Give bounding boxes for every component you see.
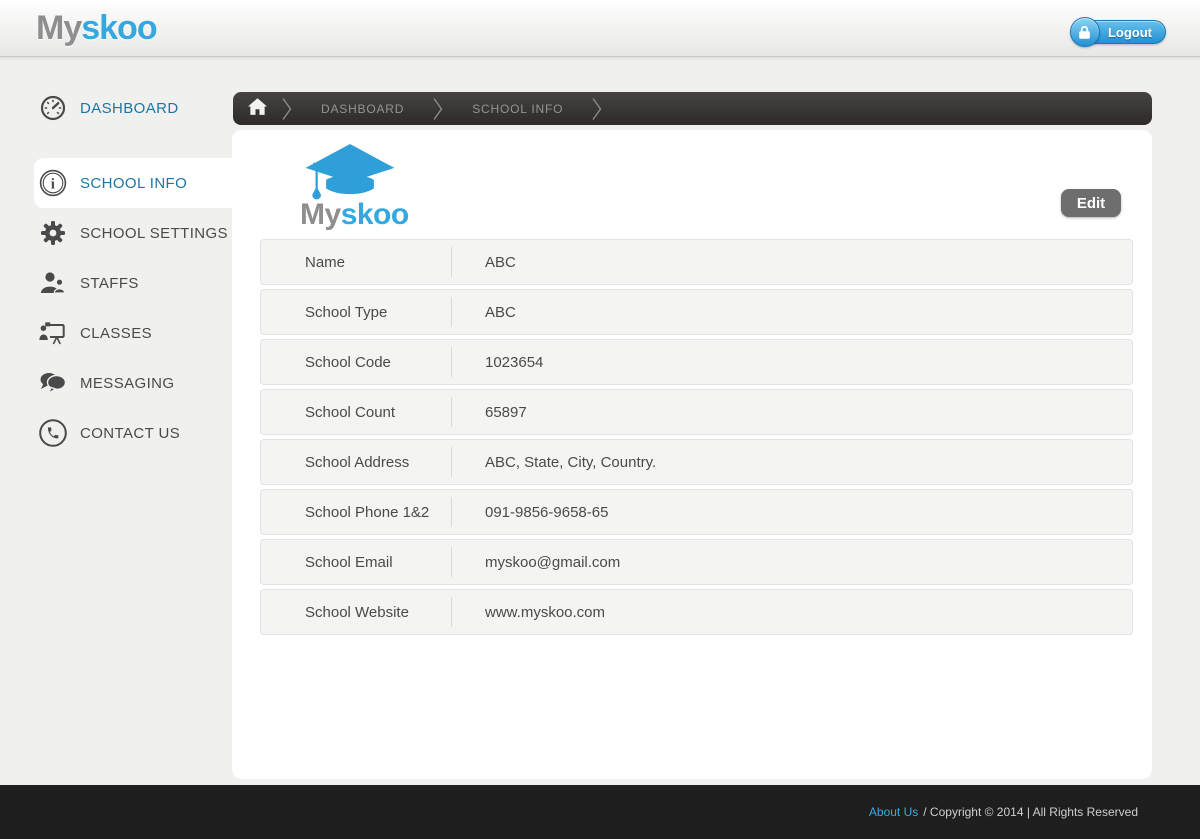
row-value: 091-9856-9658-65 — [485, 503, 609, 521]
table-row-school-email: School Email myskoo@gmail.com — [260, 539, 1133, 585]
speedometer-icon — [38, 95, 68, 121]
table-row-name: Name ABC — [260, 239, 1133, 285]
sidebar-item-label: SCHOOL INFO — [80, 174, 188, 192]
table-row-school-address: School Address ABC, State, City, Country… — [260, 439, 1133, 485]
content-panel: Myskoo Edit Name ABC School Type ABC Sch… — [232, 130, 1152, 779]
row-value: 1023654 — [485, 353, 544, 371]
sidebar-item-label: STAFFS — [80, 274, 139, 292]
sidebar-item-staffs[interactable]: STAFFS — [0, 258, 232, 308]
row-value: myskoo@gmail.com — [485, 553, 621, 571]
sidebar-item-label: DASHBOARD — [80, 99, 179, 117]
logout-label: Logout — [1107, 24, 1152, 40]
people-icon — [38, 271, 68, 295]
row-value: 65897 — [485, 403, 527, 421]
school-logo: Myskoo — [300, 198, 409, 232]
gear-icon — [38, 219, 68, 247]
sidebar-item-messaging[interactable]: MESSAGING — [0, 358, 232, 408]
app-logo-part1: My — [36, 9, 82, 47]
sidebar-item-school-settings[interactable]: SCHOOL SETTINGS — [0, 208, 232, 258]
row-value: www.myskoo.com — [485, 603, 606, 621]
row-label: School Phone 1&2 — [305, 503, 430, 521]
sidebar-item-label: CLASSES — [80, 324, 152, 342]
logout-button[interactable]: Logout — [1069, 17, 1166, 47]
row-label: School Type — [305, 303, 388, 321]
footer: About Us / Copyright © 2014 | All Rights… — [0, 785, 1200, 839]
about-us-link[interactable]: About Us — [869, 805, 918, 819]
table-row-school-website: School Website www.myskoo.com — [260, 589, 1133, 635]
row-label: Name — [305, 253, 346, 271]
lock-icon — [1069, 17, 1100, 47]
sidebar-item-classes[interactable]: CLASSES — [0, 308, 232, 358]
edit-button[interactable]: Edit — [1061, 189, 1121, 217]
svg-text:i: i — [51, 177, 56, 193]
home-icon — [247, 97, 267, 120]
row-value: ABC, State, City, Country. — [485, 453, 657, 471]
breadcrumb-item-school-info[interactable]: SCHOOL INFO — [444, 102, 591, 116]
info-icon: i — [38, 169, 68, 197]
row-label: School Count — [305, 403, 396, 421]
phone-icon — [38, 418, 68, 448]
app-logo: Myskoo — [36, 9, 158, 48]
sidebar: DASHBOARD i SCHOOL INFO SCHOOL SETTINGS … — [0, 57, 232, 786]
app-header: Myskoo Logout — [0, 0, 1200, 57]
school-info-table: Name ABC School Type ABC School Code 102… — [260, 239, 1133, 639]
speech-bubbles-icon — [38, 372, 68, 395]
school-logo-part2: skoo — [340, 198, 410, 231]
table-row-school-count: School Count 65897 — [260, 389, 1133, 435]
table-row-school-code: School Code 1023654 — [260, 339, 1133, 385]
sidebar-item-school-info[interactable]: i SCHOOL INFO — [34, 158, 232, 208]
breadcrumb-item-dashboard[interactable]: DASHBOARD — [293, 102, 432, 116]
row-value: ABC — [485, 303, 516, 321]
breadcrumb: DASHBOARD SCHOOL INFO — [233, 92, 1152, 125]
row-label: School Website — [305, 603, 409, 621]
sidebar-item-label: MESSAGING — [80, 374, 175, 392]
chevron-right-icon — [432, 97, 444, 121]
table-row-school-type: School Type ABC — [260, 289, 1133, 335]
app-logo-part2: skoo — [81, 9, 157, 47]
row-label: School Email — [305, 553, 393, 571]
row-value: ABC — [485, 253, 516, 271]
sidebar-item-dashboard[interactable]: DASHBOARD — [0, 83, 232, 133]
row-label: School Code — [305, 353, 391, 371]
presentation-icon — [38, 320, 68, 346]
school-logo-part1: My — [300, 198, 341, 231]
breadcrumb-home[interactable] — [233, 92, 281, 125]
sidebar-item-label: CONTACT US — [80, 424, 181, 442]
row-label: School Address — [305, 453, 410, 471]
sidebar-item-contact-us[interactable]: CONTACT US — [0, 408, 232, 458]
sidebar-item-label: SCHOOL SETTINGS — [80, 224, 228, 242]
chevron-right-icon — [281, 97, 293, 121]
chevron-right-icon — [591, 97, 603, 121]
table-row-school-phone: School Phone 1&2 091-9856-9658-65 — [260, 489, 1133, 535]
copyright-text: / Copyright © 2014 | All Rights Reserved — [923, 805, 1138, 819]
